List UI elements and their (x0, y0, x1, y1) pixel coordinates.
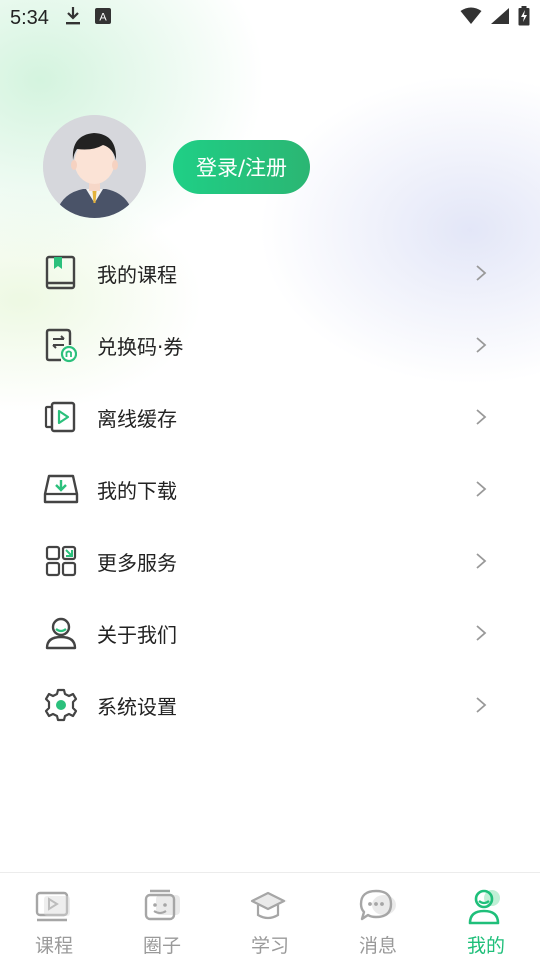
nav-tab-circle[interactable]: 圈子 (108, 873, 216, 960)
avatar[interactable] (43, 115, 146, 218)
signal-icon (490, 7, 510, 29)
chevron-right-icon (474, 624, 488, 642)
wifi-icon (460, 7, 482, 29)
menu-item-label: 离线缓存 (97, 406, 177, 431)
default-avatar-icon (43, 115, 146, 218)
login-register-button[interactable]: 登录/注册 (173, 140, 310, 194)
nav-label: 课程 (34, 935, 73, 957)
menu-item-my-downloads[interactable]: 我的下载 (0, 453, 540, 525)
nav-label: 圈子 (142, 935, 181, 957)
chevron-right-icon (474, 480, 488, 498)
nav-tab-study[interactable]: 学习 (216, 873, 324, 960)
offline-video-icon (43, 399, 79, 435)
grid-icon (43, 543, 79, 579)
chevron-right-icon (474, 552, 488, 570)
menu-item-my-courses[interactable]: 我的课程 (0, 237, 540, 309)
person-icon (466, 887, 506, 927)
menu-item-offline-cache[interactable]: 离线缓存 (0, 381, 540, 453)
video-icon (34, 887, 74, 927)
menu-item-label: 兑换码·券 (97, 334, 184, 359)
status-time: 5:34 (10, 6, 49, 29)
battery-charging-icon (518, 6, 530, 30)
menu-list: 我的课程 兑换码·券 离线缓存 我的下载 更多服务 关于我们 系统设置 (0, 237, 540, 741)
svg-text:A: A (99, 12, 107, 24)
book-icon (43, 255, 79, 291)
chevron-right-icon (474, 408, 488, 426)
menu-item-label: 我的课程 (97, 262, 177, 287)
coupon-icon (43, 327, 79, 363)
nav-label: 我的 (466, 935, 505, 957)
menu-item-more-services[interactable]: 更多服务 (0, 525, 540, 597)
chat-face-icon (142, 887, 182, 927)
chevron-right-icon (474, 696, 488, 714)
menu-item-label: 系统设置 (97, 694, 177, 719)
nav-label: 学习 (250, 935, 289, 957)
graduation-cap-icon (250, 887, 290, 927)
chevron-right-icon (474, 336, 488, 354)
message-icon (358, 887, 398, 927)
nav-tab-messages[interactable]: 消息 (324, 873, 432, 960)
menu-item-label: 我的下载 (97, 478, 177, 503)
download-tray-icon (43, 471, 79, 507)
gear-icon (43, 687, 79, 723)
menu-item-label: 关于我们 (97, 622, 177, 647)
nav-tab-mine[interactable]: 我的 (432, 873, 540, 960)
user-icon (43, 615, 79, 651)
font-notification-icon: A (94, 8, 111, 28)
menu-item-about-us[interactable]: 关于我们 (0, 597, 540, 669)
chevron-right-icon (474, 264, 488, 282)
bottom-nav: 课程 圈子 学习 消息 我的 (0, 872, 540, 960)
menu-item-system-settings[interactable]: 系统设置 (0, 669, 540, 741)
menu-item-redeem-code[interactable]: 兑换码·券 (0, 309, 540, 381)
menu-item-label: 更多服务 (97, 550, 177, 575)
download-icon (65, 6, 81, 30)
nav-tab-courses[interactable]: 课程 (0, 873, 108, 960)
nav-label: 消息 (358, 935, 397, 957)
status-bar: 5:34 A (0, 0, 540, 36)
